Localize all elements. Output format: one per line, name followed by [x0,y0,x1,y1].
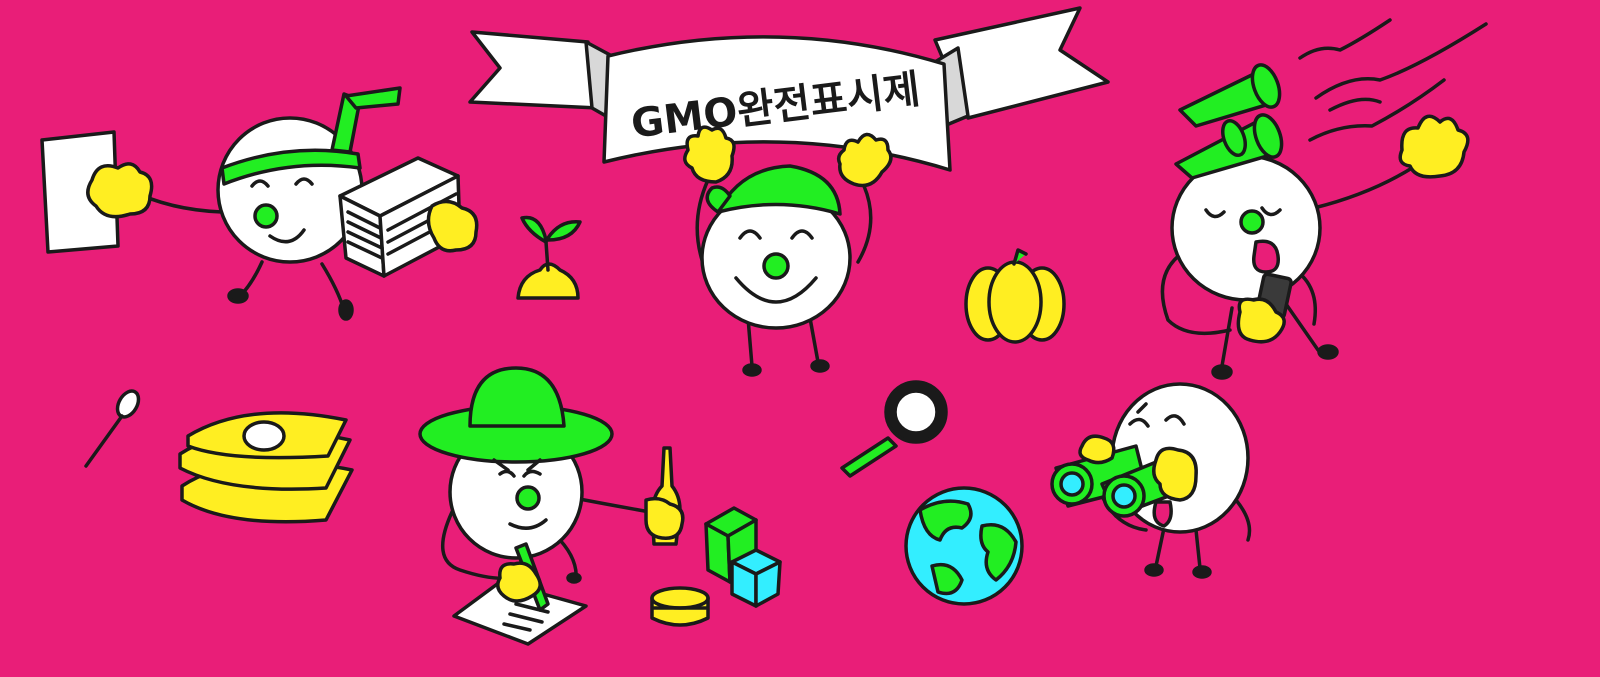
character-cheering-cap [683,125,893,377]
pumpkin-icon [964,248,1066,344]
tofu-stack-icon [178,411,354,524]
can-icon [650,586,710,627]
character-megaphone-singer [1160,18,1488,380]
character-headband-runner [40,86,479,321]
globe-icon [904,486,1024,606]
illustration-canvas: GMO완전표시제 [40,6,1488,646]
spoon-icon [84,389,141,468]
sprout-icon [516,215,582,300]
cube-box-icon [730,548,782,608]
illustration-scene: GMO완전표시제 [0,0,1600,677]
character-binocular-watcher [1050,382,1252,579]
character-hat-writer [418,366,685,646]
magnifier-icon [840,380,948,478]
title-banner: GMO완전표시제 [468,6,1110,172]
